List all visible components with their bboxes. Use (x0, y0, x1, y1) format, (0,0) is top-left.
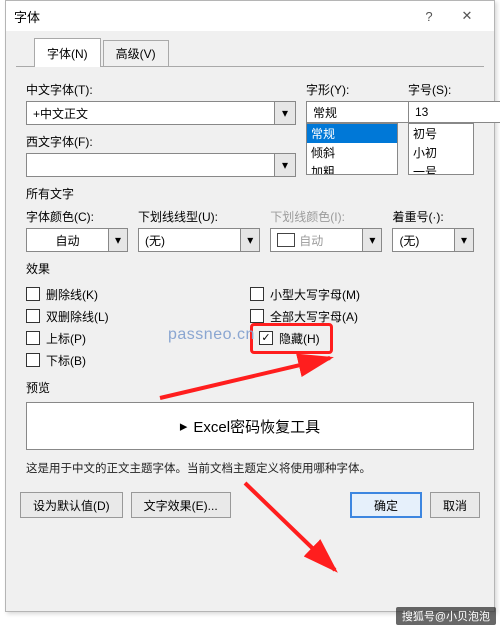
underline-color-combo[interactable]: 自动 ▾ (270, 228, 382, 252)
list-item[interactable]: 常规 (307, 124, 397, 143)
size-input[interactable] (408, 101, 474, 123)
dialog-title: 字体 (14, 7, 410, 26)
list-item[interactable]: 小初 (409, 143, 473, 162)
style-listbox[interactable]: 常规 倾斜 加粗 (306, 123, 398, 175)
checkbox-checked-icon: ✓ (259, 331, 273, 345)
close-icon[interactable]: ✕ (448, 1, 486, 31)
font-color-label: 字体颜色(C): (26, 208, 128, 225)
cn-font-input[interactable]: ▾ (26, 101, 296, 125)
hidden-highlight: ✓ 隐藏(H) (250, 323, 333, 354)
help-icon[interactable]: ? (410, 1, 448, 31)
checkbox-icon (26, 309, 40, 323)
checkbox-strike[interactable]: 删除线(K) (26, 283, 250, 305)
footer: 设为默认值(D) 文字效果(E)... 确定 取消 (6, 482, 494, 528)
checkbox-icon (250, 287, 264, 301)
list-item[interactable]: 初号 (409, 124, 473, 143)
checkbox-icon (250, 309, 264, 323)
tab-advanced[interactable]: 高级(V) (103, 40, 169, 66)
style-input[interactable] (306, 101, 398, 123)
set-default-button[interactable]: 设为默认值(D) (20, 492, 123, 518)
size-label: 字号(S): (408, 81, 474, 98)
font-color-combo[interactable]: 自动 ▾ (26, 228, 128, 252)
preview-text: Excel密码恢复工具 (193, 416, 320, 437)
underline-color-label: 下划线颜色(I): (270, 208, 382, 225)
chevron-down-icon[interactable]: ▾ (108, 228, 128, 252)
preview-box: ▸Excel密码恢复工具 (26, 402, 474, 450)
checkbox-icon (26, 353, 40, 367)
chevron-down-icon[interactable]: ▾ (454, 228, 474, 252)
cn-font-label: 中文字体(T): (26, 81, 296, 98)
west-font-label: 西文字体(F): (26, 133, 296, 150)
size-listbox[interactable]: 初号 小初 一号 (408, 123, 474, 175)
checkbox-icon (26, 331, 40, 345)
effects-label: 效果 (26, 260, 474, 277)
source-tag: 搜狐号@小贝泡泡 (396, 607, 496, 625)
hint-text: 这是用于中文的正文主题字体。当前文档主题定义将使用哪种字体。 (26, 460, 474, 476)
all-text-label: 所有文字 (26, 185, 474, 202)
ok-button[interactable]: 确定 (350, 492, 422, 518)
color-swatch (277, 233, 295, 247)
checkbox-dblstrike[interactable]: 双删除线(L) (26, 305, 250, 327)
tabs: 字体(N) 高级(V) (16, 37, 484, 67)
west-font-input[interactable]: ▾ (26, 153, 296, 177)
west-font-field[interactable] (26, 153, 274, 177)
list-item[interactable]: 一号 (409, 162, 473, 175)
chevron-down-icon[interactable]: ▾ (240, 228, 260, 252)
emphasis-label: 着重号(·): (392, 208, 474, 225)
list-item[interactable]: 倾斜 (307, 143, 397, 162)
underline-style-combo[interactable]: (无) ▾ (138, 228, 260, 252)
titlebar: 字体 ? ✕ (6, 1, 494, 31)
font-dialog: 字体 ? ✕ 字体(N) 高级(V) 中文字体(T): ▾ 西文字体(F): ▾ (5, 0, 495, 612)
checkbox-hidden[interactable]: ✓ 隐藏(H) (259, 330, 320, 347)
text-effects-button[interactable]: 文字效果(E)... (131, 492, 231, 518)
checkbox-superscript[interactable]: 上标(P) (26, 327, 250, 349)
style-label: 字形(Y): (306, 81, 398, 98)
chevron-down-icon[interactable]: ▾ (274, 153, 296, 177)
checkbox-icon (26, 287, 40, 301)
cancel-button[interactable]: 取消 (430, 492, 480, 518)
checkbox-subscript[interactable]: 下标(B) (26, 349, 250, 371)
chevron-down-icon[interactable]: ▾ (274, 101, 296, 125)
tab-font[interactable]: 字体(N) (34, 38, 101, 67)
checkbox-smallcaps[interactable]: 小型大写字母(M) (250, 283, 474, 305)
cn-font-field[interactable] (26, 101, 274, 125)
underline-style-label: 下划线线型(U): (138, 208, 260, 225)
emphasis-combo[interactable]: (无) ▾ (392, 228, 474, 252)
list-item[interactable]: 加粗 (307, 162, 397, 175)
preview-label: 预览 (26, 379, 474, 396)
chevron-down-icon[interactable]: ▾ (362, 228, 382, 252)
dialog-content: 中文字体(T): ▾ 西文字体(F): ▾ 字形(Y): 常规 (6, 67, 494, 482)
size-field[interactable] (408, 101, 500, 123)
